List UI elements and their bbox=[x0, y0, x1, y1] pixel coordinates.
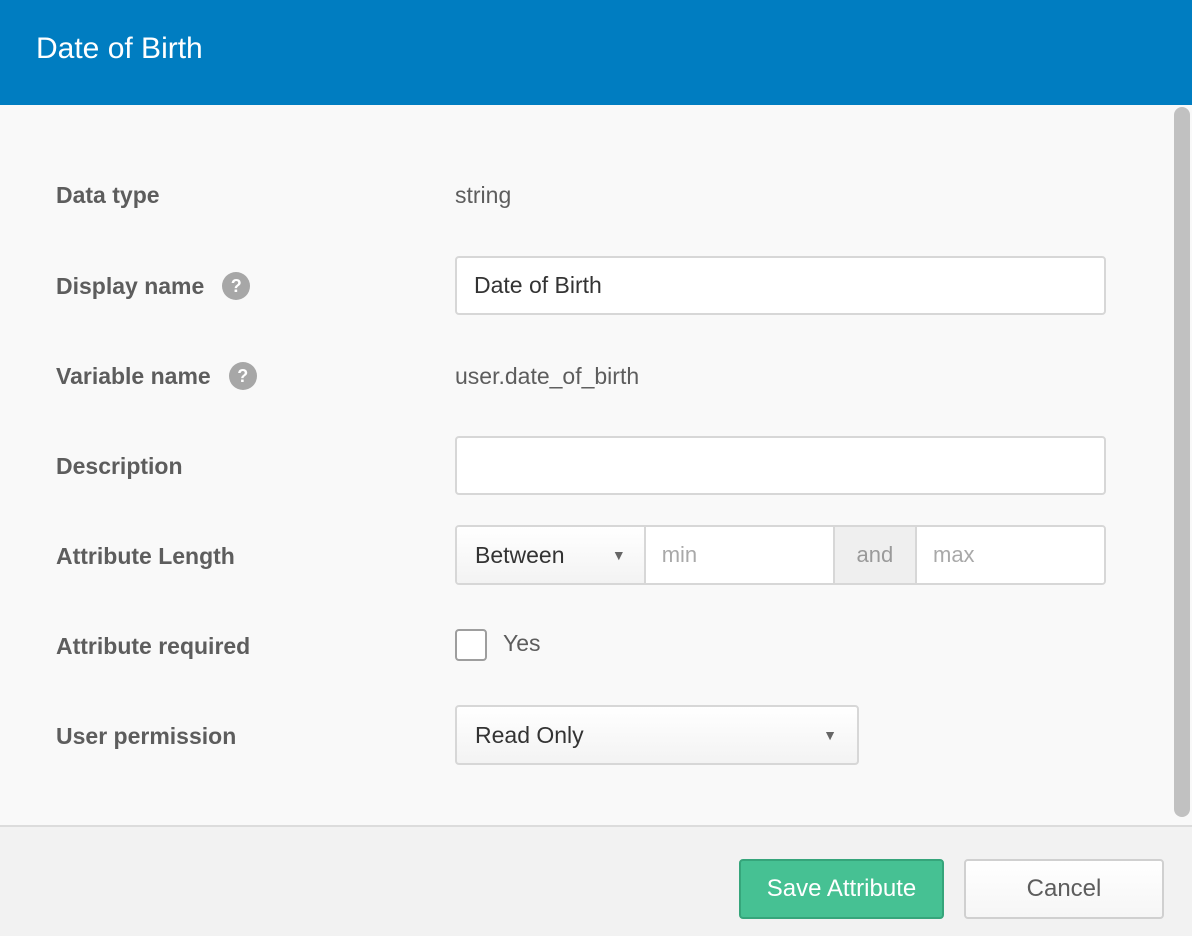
attribute-required-label-text: Attribute required bbox=[56, 632, 251, 659]
attribute-required-checkbox[interactable] bbox=[455, 629, 487, 661]
description-label-text: Description bbox=[56, 452, 183, 479]
user-permission-select[interactable]: Read Only ▼ bbox=[455, 705, 859, 765]
description-label: Description bbox=[56, 451, 183, 481]
user-permission-label-text: User permission bbox=[56, 722, 237, 749]
attribute-length-group: Between ▼ and bbox=[455, 525, 1106, 585]
variable-name-label-text: Variable name bbox=[56, 362, 211, 389]
length-max-input[interactable] bbox=[917, 527, 1104, 583]
length-and-addon: and bbox=[832, 527, 917, 583]
length-mode-value: Between bbox=[475, 541, 565, 568]
variable-name-value: user.date_of_birth bbox=[455, 363, 640, 389]
attribute-length-label-text: Attribute Length bbox=[56, 542, 235, 569]
data-type-label-text: Data type bbox=[56, 181, 160, 208]
user-permission-label: User permission bbox=[56, 721, 236, 751]
length-mode-select[interactable]: Between ▼ bbox=[457, 527, 646, 583]
data-type-value: string bbox=[455, 182, 512, 208]
dialog-header: Date of Birth bbox=[0, 0, 1192, 105]
display-name-help-icon[interactable]: ? bbox=[222, 272, 251, 300]
description-input[interactable] bbox=[455, 436, 1106, 495]
edit-attribute-dialog: Date of Birth Data type string Display n… bbox=[0, 0, 1192, 936]
dialog-title: Date of Birth bbox=[36, 32, 203, 65]
attribute-required-checkbox-label[interactable]: Yes bbox=[503, 630, 541, 657]
caret-down-icon: ▼ bbox=[611, 547, 626, 563]
variable-name-label: Variable name ? bbox=[56, 361, 257, 391]
variable-name-help-icon[interactable]: ? bbox=[228, 362, 257, 390]
caret-down-icon: ▼ bbox=[823, 727, 837, 743]
user-permission-value: Read Only bbox=[475, 721, 584, 748]
cancel-button[interactable]: Cancel bbox=[964, 859, 1164, 919]
display-name-label: Display name ? bbox=[56, 271, 251, 301]
attribute-length-label: Attribute Length bbox=[56, 541, 235, 571]
length-min-input[interactable] bbox=[645, 527, 833, 583]
data-type-label: Data type bbox=[56, 180, 160, 210]
display-name-label-text: Display name bbox=[56, 272, 205, 299]
display-name-input[interactable] bbox=[455, 256, 1106, 315]
save-attribute-button[interactable]: Save Attribute bbox=[739, 859, 944, 919]
scrollbar-thumb[interactable] bbox=[1174, 107, 1190, 817]
attribute-required-label: Attribute required bbox=[56, 631, 250, 661]
